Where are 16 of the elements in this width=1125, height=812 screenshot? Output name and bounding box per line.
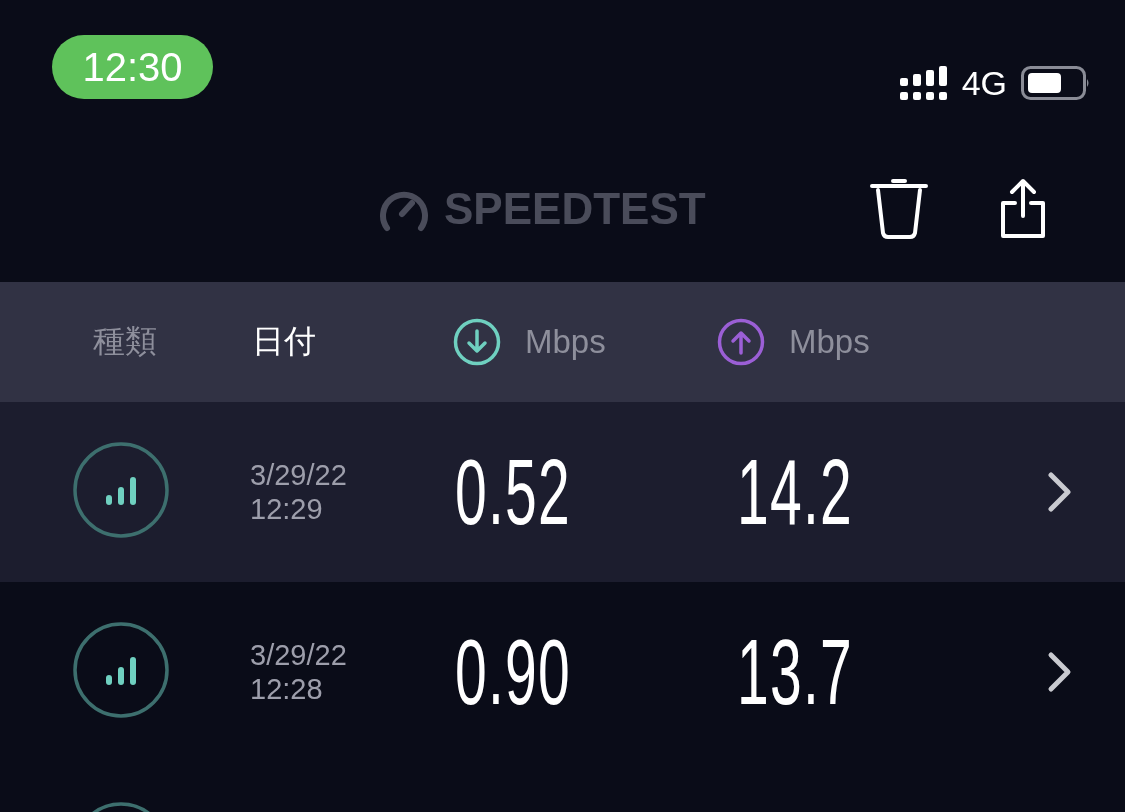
- download-speed: 0.90: [455, 619, 571, 725]
- network-label: 4G: [961, 64, 1007, 103]
- column-header[interactable]: 種類: [93, 320, 157, 364]
- result-date: 3/29/22: [250, 458, 348, 492]
- result-row[interactable]: 3/29/22 12:29 0.52 14.2: [0, 402, 1125, 582]
- download-speed: 0.52: [455, 439, 571, 545]
- status-time: 12:30: [52, 35, 213, 99]
- logo-text: SPEEDTEST: [444, 184, 706, 234]
- upload-speed: 13.7: [737, 619, 853, 725]
- result-time: 12:28: [250, 672, 324, 706]
- column-header[interactable]: 日付: [252, 320, 316, 364]
- result-time: 12:29: [250, 492, 324, 526]
- column-header[interactable]: Mbps: [789, 323, 870, 361]
- result-date: 3/29/22: [250, 638, 348, 672]
- upload-speed: 14.2: [737, 439, 853, 545]
- column-header[interactable]: Mbps: [525, 323, 606, 361]
